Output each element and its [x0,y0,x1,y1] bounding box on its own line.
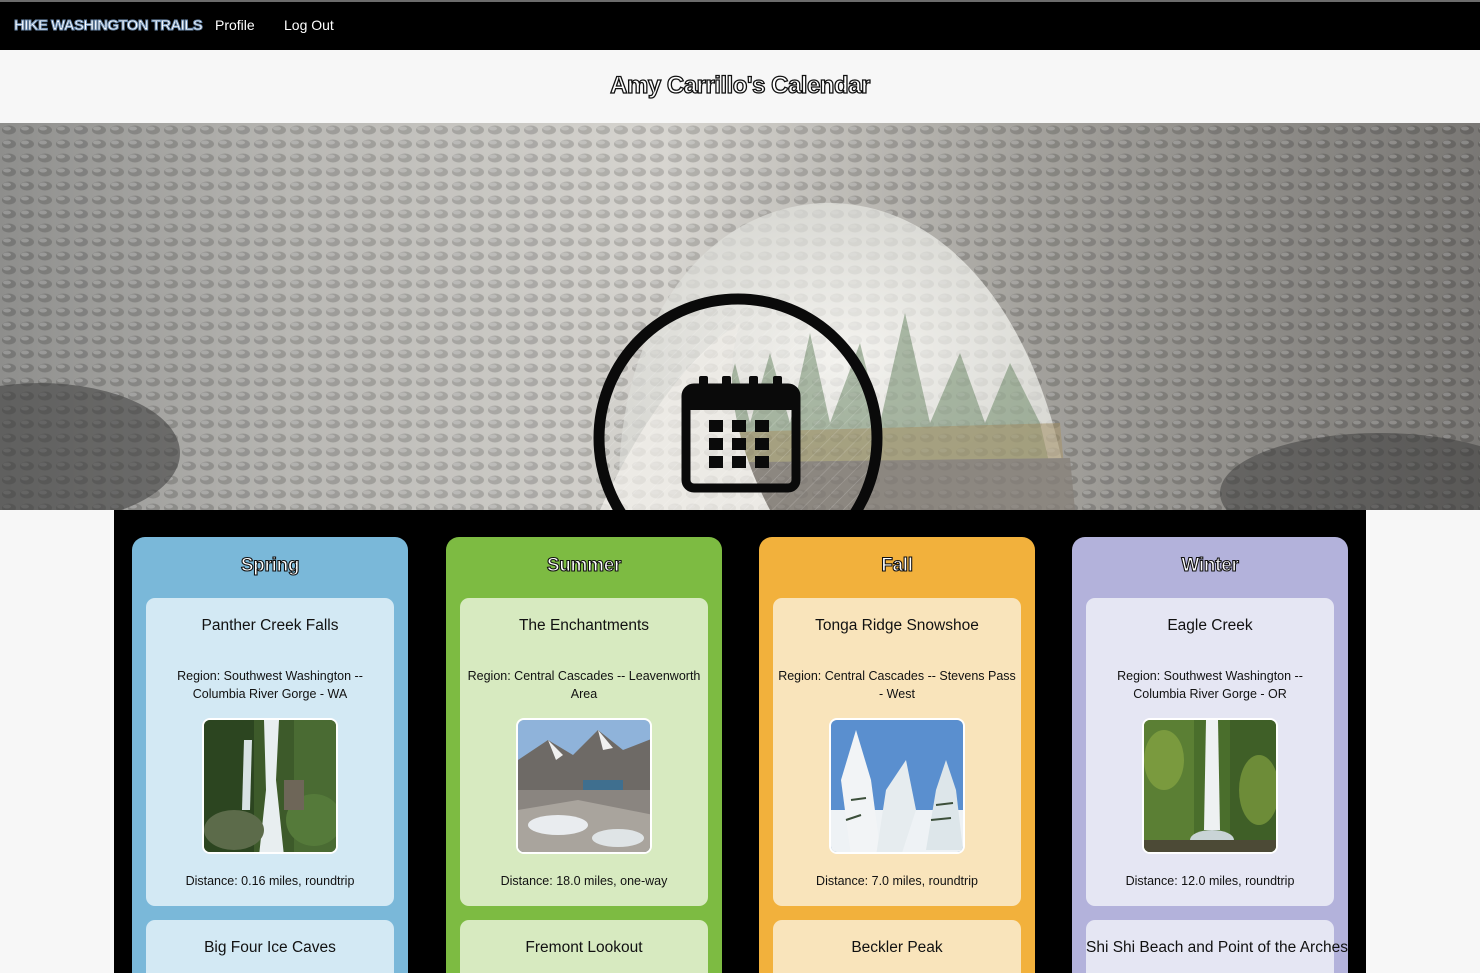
season-title: Spring [240,554,300,576]
hike-name[interactable]: Panther Creek Falls [146,617,394,635]
hike-region: Region: Southwest Washington -- Columbia… [1117,669,1303,701]
hike-card[interactable]: Tonga Ridge Snowshoe Region: Central Cas… [773,598,1021,906]
hike-card[interactable]: The Enchantments Region: Central Cascade… [460,598,708,906]
season-title: Summer [546,554,622,576]
brand-logo-link[interactable]: HIKE WASHINGTON TRAILS [13,17,203,35]
hike-card[interactable]: Panther Creek Falls Region: Southwest Wa… [146,598,394,906]
seasons-panel: Spring Panther Creek Falls Region: South… [114,510,1366,973]
hike-region: Region: Central Cascades -- Leavenworth … [467,669,701,701]
hike-distance: Distance: 0.16 miles, roundtrip [185,874,355,888]
hike-name[interactable]: Big Four Ice Caves [146,939,394,957]
hike-card[interactable]: Fremont Lookout [460,920,708,973]
hike-card[interactable]: Eagle Creek Region: Southwest Washington… [1086,598,1334,906]
season-title: Winter [1181,554,1240,576]
hike-name[interactable]: Shi Shi Beach and Point of the Arches [1086,939,1348,957]
season-column-summer: Summer The Enchantments Region: Central … [446,537,722,973]
season-title: Fall [881,554,914,576]
hike-card[interactable]: Beckler Peak [773,920,1021,973]
hike-card[interactable]: Big Four Ice Caves [146,920,394,973]
hero-banner [0,123,1480,510]
hike-card[interactable]: Shi Shi Beach and Point of the Arches [1086,920,1348,973]
hike-region: Region: Central Cascades -- Stevens Pass… [778,669,1016,701]
season-column-fall: Fall Tonga Ridge Snowshoe Region: Centra… [759,537,1035,973]
season-column-winter: Winter Eagle Creek Region: Southwest Was… [1072,537,1348,973]
hike-photo[interactable] [202,718,338,854]
logout-link[interactable]: Log Out [284,17,334,33]
profile-link[interactable]: Profile [215,17,255,33]
hike-photo[interactable] [1142,718,1278,854]
hike-photo[interactable] [516,718,652,854]
hike-name[interactable]: Beckler Peak [773,939,1021,957]
hike-name[interactable]: Tonga Ridge Snowshoe [773,617,1021,635]
hike-distance: Distance: 18.0 miles, one-way [500,874,668,888]
hike-region: Region: Southwest Washington -- Columbia… [177,669,363,701]
top-navbar: HIKE WASHINGTON TRAILS Profile Log Out [0,0,1480,50]
hike-name[interactable]: Eagle Creek [1086,617,1334,635]
calendar-badge [593,293,883,510]
page-title: Amy Carrillo's Calendar [610,71,871,99]
hike-distance: Distance: 12.0 miles, roundtrip [1125,874,1295,888]
hike-name[interactable]: Fremont Lookout [460,939,708,957]
hike-distance: Distance: 7.0 miles, roundtrip [816,874,978,888]
season-column-spring: Spring Panther Creek Falls Region: South… [132,537,408,973]
hike-photo[interactable] [829,718,965,854]
hike-name[interactable]: The Enchantments [460,617,708,635]
